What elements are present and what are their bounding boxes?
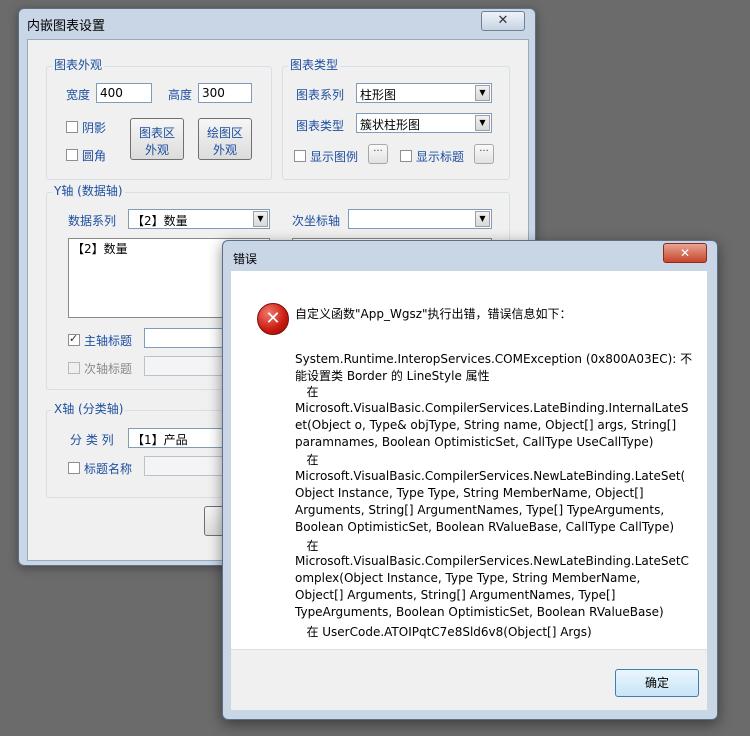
main-title-bar[interactable]: 内嵌图表设置 ✕ xyxy=(19,9,535,37)
height-input[interactable]: 300 xyxy=(198,83,252,103)
error-message-line: Object Instance, Type Type, String Membe… xyxy=(295,486,644,500)
secondary-axis-label: 次坐标轴 xyxy=(292,214,341,228)
error-title-bar[interactable]: 错误 ✕ xyxy=(223,241,717,269)
chart-type-value: 簇状柱形图 xyxy=(360,118,421,132)
chevron-down-icon[interactable]: ▼ xyxy=(475,85,490,101)
chart-type-legend: 图表类型 xyxy=(288,56,341,73)
show-legend-label: 显示图例 xyxy=(310,150,359,164)
rounded-label: 圆角 xyxy=(82,149,107,163)
height-label: 高度 xyxy=(168,88,193,102)
show-title-label: 显示标题 xyxy=(416,150,465,164)
plot-area-button-line2: 外观 xyxy=(212,143,237,157)
error-message-line: 在 xyxy=(295,453,319,467)
category-value: 【1】产品 xyxy=(132,433,188,447)
chevron-down-icon[interactable]: ▼ xyxy=(253,211,268,227)
chart-type-combo[interactable]: 簇状柱形图 ▼ xyxy=(356,113,492,133)
error-dialog: 错误 ✕ ✕ 自定义函数"App_Wgsz"执行出错，错误信息如下： System… xyxy=(222,240,718,720)
main-close-button[interactable]: ✕ xyxy=(481,11,525,31)
secondary-axis-combo[interactable]: ▼ xyxy=(348,209,492,229)
show-legend-checkbox[interactable] xyxy=(294,150,306,162)
main-window-title: 内嵌图表设置 xyxy=(27,19,106,34)
legend-options-button[interactable]: ··· xyxy=(368,144,388,164)
chevron-down-icon[interactable]: ▼ xyxy=(475,211,490,227)
error-message-line: Arguments, String[] ArgumentNames, Type[… xyxy=(295,503,665,517)
x-axis-legend: X轴 (分类轴) xyxy=(52,400,126,417)
category-label: 分 类 列 xyxy=(70,433,114,447)
error-message-line: 在 xyxy=(295,385,319,399)
primary-title-label: 主轴标题 xyxy=(84,334,133,348)
error-dialog-title: 错误 xyxy=(233,252,258,266)
data-series-label: 数据系列 xyxy=(68,214,117,228)
show-title-checkbox[interactable] xyxy=(400,150,412,162)
chart-series-label: 图表系列 xyxy=(296,88,345,102)
chart-series-combo[interactable]: 柱形图 ▼ xyxy=(356,83,492,103)
error-message-line: 能设置类 Border 的 LineStyle 属性 xyxy=(295,369,490,383)
secondary-title-label: 次轴标题 xyxy=(84,362,133,376)
error-client-area: ✕ 自定义函数"App_Wgsz"执行出错，错误信息如下： System.Runt… xyxy=(231,271,707,710)
error-message-line: Microsoft.VisualBasic.CompilerServices.N… xyxy=(295,469,686,483)
secondary-title-checkbox[interactable] xyxy=(68,362,80,374)
chart-area-button-line1: 图表区 xyxy=(138,126,175,140)
width-input[interactable]: 400 xyxy=(96,83,152,103)
error-message-line: Microsoft.VisualBasic.CompilerServices.N… xyxy=(295,554,689,568)
error-message-line: 在 xyxy=(295,539,319,553)
y-axis-legend: Y轴 (数据轴) xyxy=(52,182,125,199)
plot-area-button-line1: 绘图区 xyxy=(206,126,243,140)
chevron-down-icon[interactable]: ▼ xyxy=(475,115,490,131)
rounded-checkbox[interactable] xyxy=(66,149,78,161)
shadow-label: 阴影 xyxy=(82,121,107,135)
error-message-line: TypeArguments, Boolean OptimisticSet, Bo… xyxy=(295,605,664,619)
ok-button[interactable]: 确定 xyxy=(615,669,699,697)
title-name-label: 标题名称 xyxy=(84,462,133,476)
width-label: 宽度 xyxy=(66,88,91,102)
error-message-line: Boolean OptimisticSet, Boolean RValueBas… xyxy=(295,520,675,534)
chart-type-label: 图表类型 xyxy=(296,119,345,133)
error-message-line: Microsoft.VisualBasic.CompilerServices.L… xyxy=(295,401,689,415)
data-series-combo[interactable]: 【2】数量 ▼ xyxy=(128,209,270,229)
error-close-button[interactable]: ✕ xyxy=(663,243,707,263)
chart-area-appearance-button[interactable]: 图表区 外观 xyxy=(130,118,184,160)
error-message-line: paramnames, Boolean OptimisticSet, CallT… xyxy=(295,435,654,449)
plot-area-appearance-button[interactable]: 绘图区 外观 xyxy=(198,118,252,160)
error-message-line: omplex(Object Instance, Type Type, Strin… xyxy=(295,571,641,585)
error-message-line: 自定义函数"App_Wgsz"执行出错，错误信息如下： xyxy=(295,307,572,321)
appearance-legend: 图表外观 xyxy=(52,56,105,73)
title-options-button[interactable]: ··· xyxy=(474,144,494,164)
error-message-line: et(Object o, Type& objType, String name,… xyxy=(295,418,677,432)
primary-title-checkbox[interactable] xyxy=(68,332,80,346)
chart-area-button-line2: 外观 xyxy=(144,143,169,157)
data-series-value: 【2】数量 xyxy=(132,214,188,228)
error-x-icon: ✕ xyxy=(257,303,289,335)
title-name-checkbox[interactable] xyxy=(68,462,80,474)
shadow-checkbox[interactable] xyxy=(66,121,78,133)
error-message-line: System.Runtime.InteropServices.COMExcept… xyxy=(295,352,693,366)
error-message-line: 在 UserCode.ATOIPqtC7e8Sld6v8(Object[] Ar… xyxy=(295,625,592,639)
chart-series-value: 柱形图 xyxy=(360,88,397,102)
error-message-line: Object[] Arguments, String[] ArgumentNam… xyxy=(295,588,616,602)
